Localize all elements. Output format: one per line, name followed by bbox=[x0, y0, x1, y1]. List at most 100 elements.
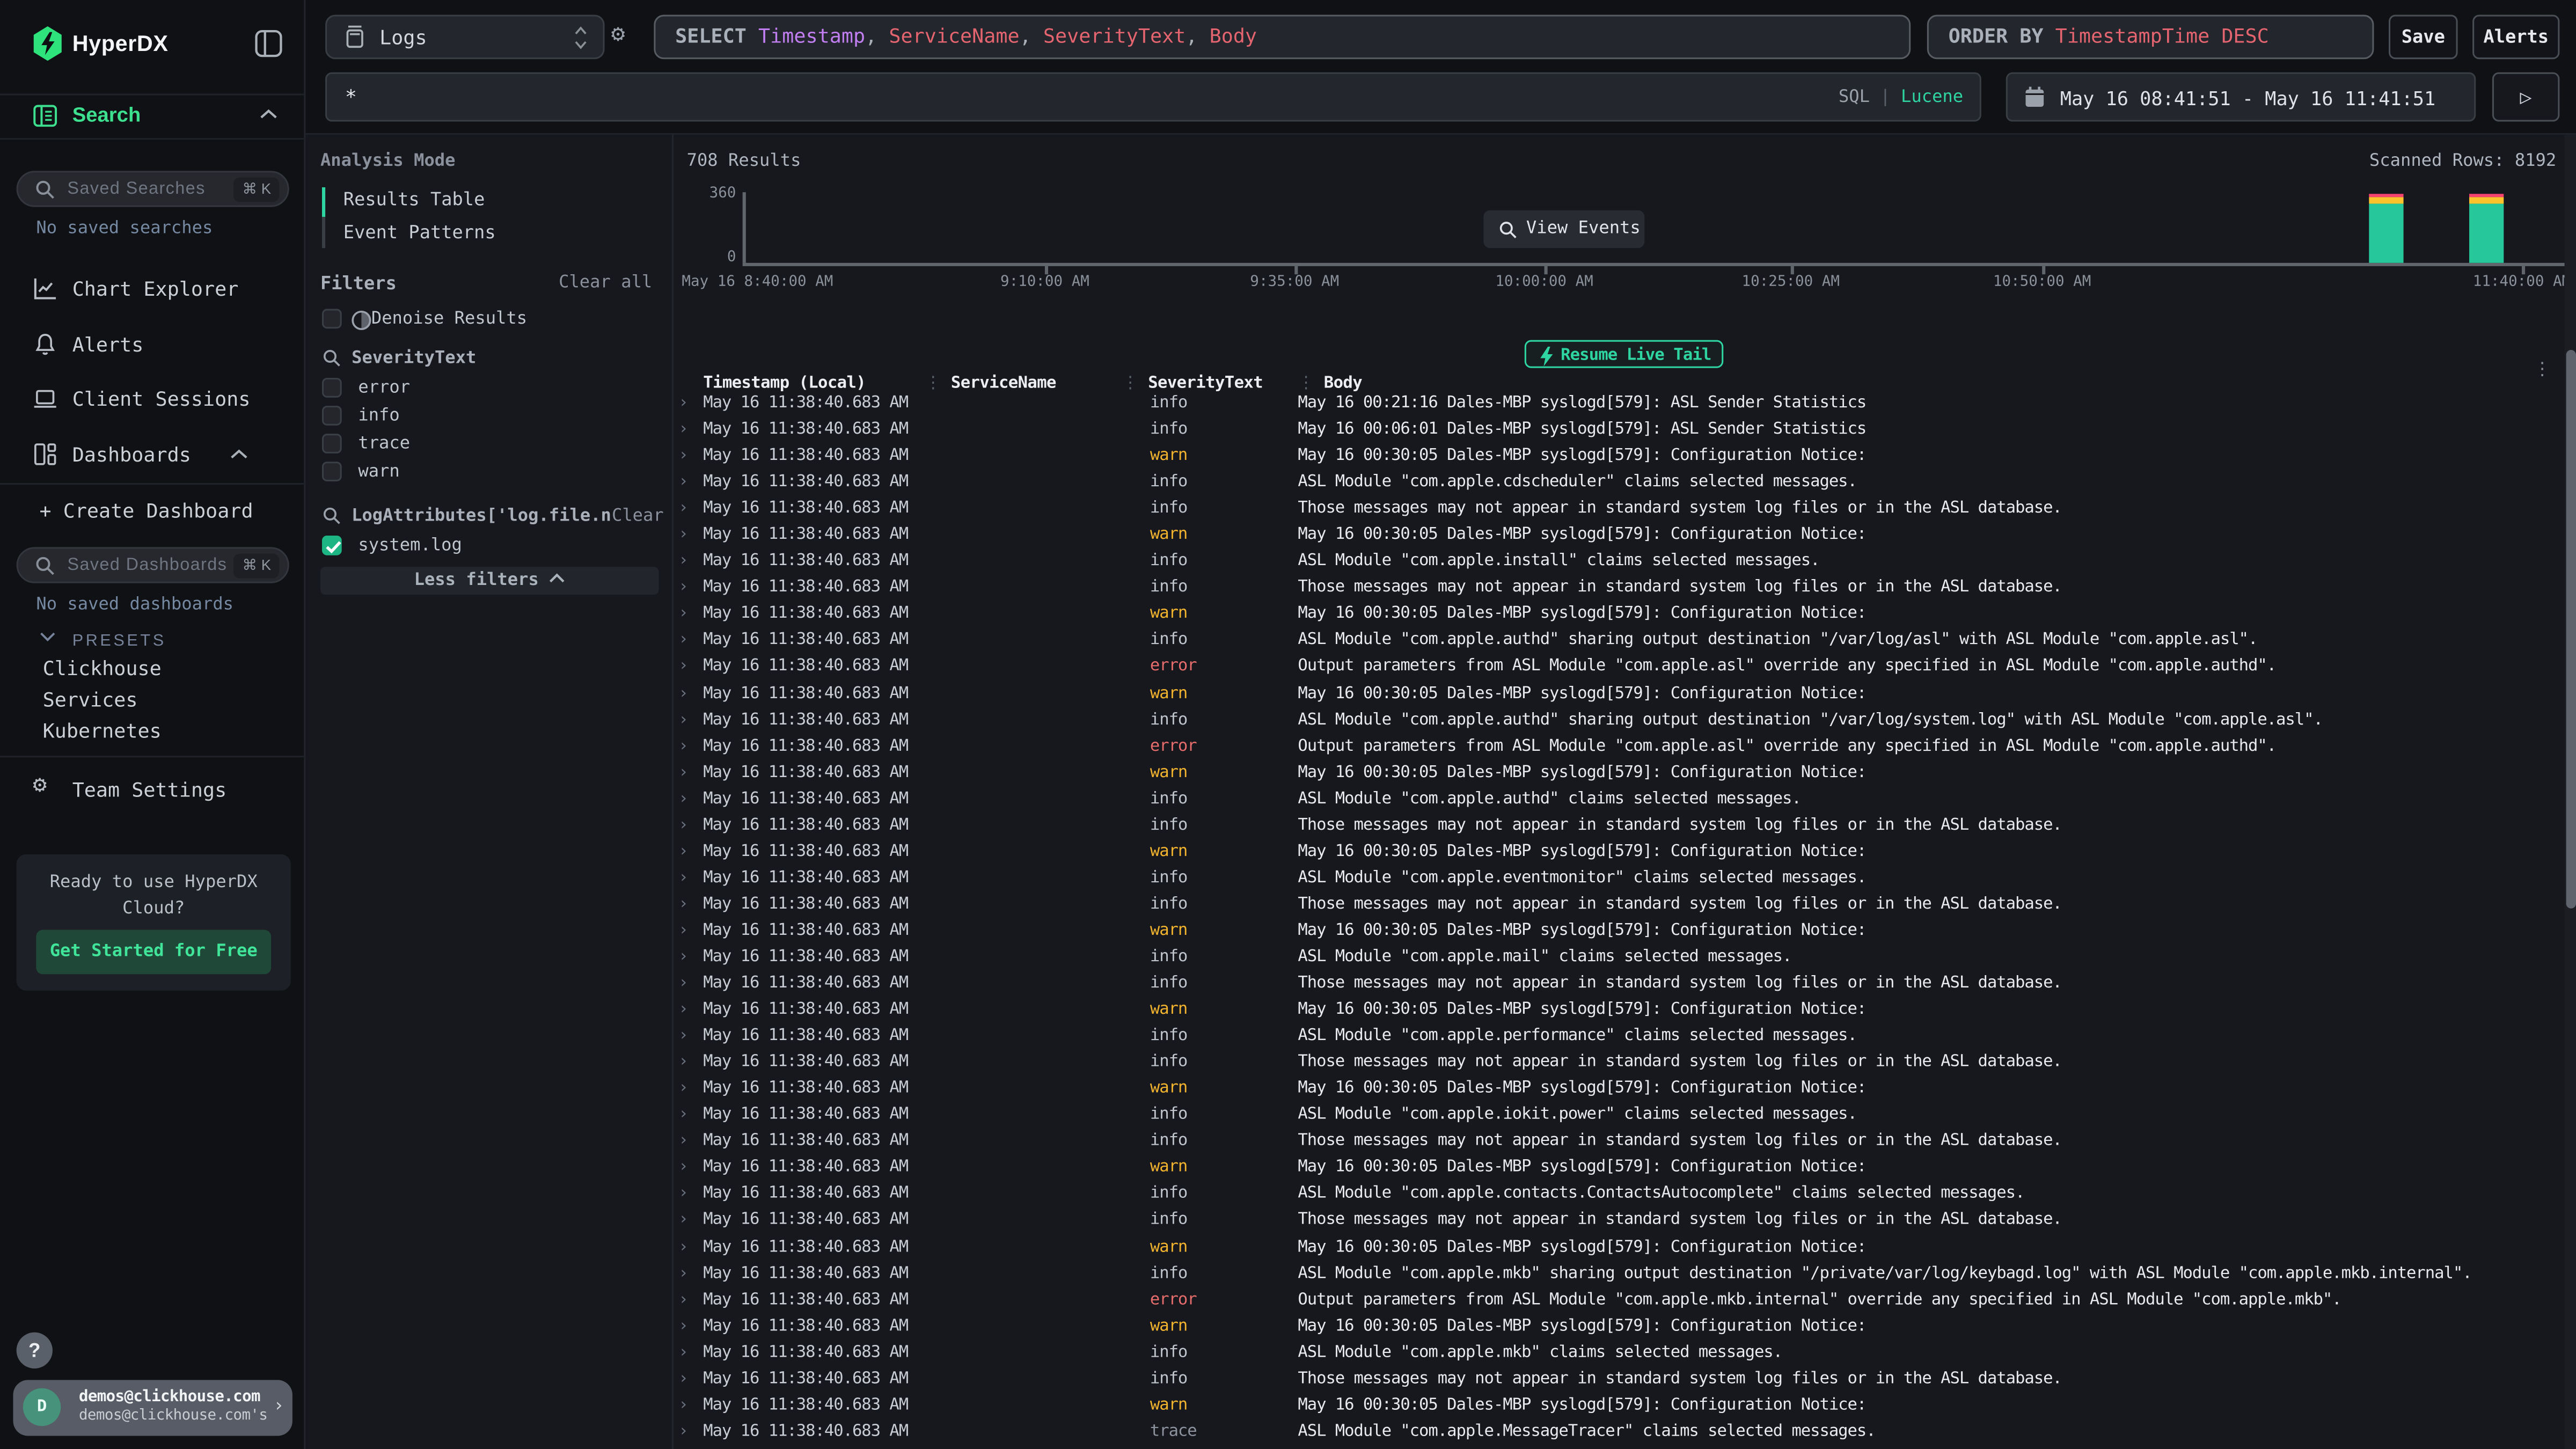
row-expand-chevron-icon[interactable]: › bbox=[678, 948, 703, 974]
table-row[interactable]: ›May 16 11:38:40.683 AMinfoASL Module "c… bbox=[674, 1106, 2564, 1132]
table-row[interactable]: ›May 16 11:38:40.683 AMwarnMay 16 00:30:… bbox=[674, 447, 2564, 473]
table-row[interactable]: ›May 16 11:38:40.683 AMerrorOutput param… bbox=[674, 1291, 2564, 1317]
sidebar-item-chart-explorer[interactable]: Chart Explorer bbox=[0, 273, 305, 305]
column-grip-icon[interactable]: ⋮ bbox=[1122, 375, 1138, 393]
row-expand-chevron-icon[interactable]: › bbox=[678, 473, 703, 500]
sidebar-item-preset[interactable]: Services bbox=[43, 689, 348, 720]
chevron-up-icon[interactable] bbox=[260, 108, 278, 120]
table-row[interactable]: ›May 16 11:38:40.683 AMwarnMay 16 00:30:… bbox=[674, 763, 2564, 789]
sidebar-item-preset[interactable]: Clickhouse bbox=[43, 657, 348, 688]
row-expand-chevron-icon[interactable]: › bbox=[678, 1396, 703, 1422]
table-row[interactable]: ›May 16 11:38:40.683 AMinfoASL Module "c… bbox=[674, 711, 2564, 737]
table-row[interactable]: ›May 16 11:38:40.683 AMinfoThose message… bbox=[674, 974, 2564, 1000]
table-row[interactable]: ›May 16 11:38:40.683 AMerrorOutput param… bbox=[674, 737, 2564, 763]
row-expand-chevron-icon[interactable]: › bbox=[678, 526, 703, 552]
checkbox[interactable] bbox=[322, 406, 342, 426]
time-range-picker[interactable]: May 16 08:41:51 - May 16 11:41:51 bbox=[2006, 72, 2476, 122]
histogram-bar[interactable] bbox=[2369, 194, 2403, 263]
row-expand-chevron-icon[interactable]: › bbox=[678, 1238, 703, 1264]
row-expand-chevron-icon[interactable]: › bbox=[678, 737, 703, 763]
row-expand-chevron-icon[interactable]: › bbox=[678, 921, 703, 948]
denoise-filter[interactable]: Denoise Results bbox=[305, 307, 674, 333]
table-row[interactable]: ›May 16 11:38:40.683 AMwarnMay 16 00:30:… bbox=[674, 1317, 2564, 1343]
table-row[interactable]: ›May 16 11:38:40.683 AMwarnMay 16 00:30:… bbox=[674, 1080, 2564, 1106]
row-expand-chevron-icon[interactable]: › bbox=[678, 1080, 703, 1106]
scrollbar-thumb[interactable] bbox=[2565, 350, 2575, 909]
row-expand-chevron-icon[interactable]: › bbox=[678, 500, 703, 526]
table-row[interactable]: ›May 16 11:38:40.683 AMinfoASL Module "c… bbox=[674, 790, 2564, 816]
table-row[interactable]: ›May 16 11:38:40.683 AMwarnMay 16 00:30:… bbox=[674, 526, 2564, 552]
row-expand-chevron-icon[interactable]: › bbox=[678, 790, 703, 816]
source-settings-gear-icon[interactable]: ⚙ bbox=[611, 23, 625, 46]
table-row[interactable]: ›May 16 11:38:40.683 AMwarnMay 16 00:30:… bbox=[674, 843, 2564, 869]
row-expand-chevron-icon[interactable]: › bbox=[678, 1159, 703, 1185]
saved-searches-input[interactable]: Saved Searches ⌘ K bbox=[17, 171, 289, 207]
saved-dashboards-input[interactable]: Saved Dashboards ⌘ K bbox=[17, 547, 289, 583]
lucene-mode-label[interactable]: Lucene bbox=[1901, 87, 1963, 107]
user-menu[interactable]: D demos@clickhouse.com demos@clickhouse.… bbox=[13, 1380, 292, 1436]
row-expand-chevron-icon[interactable]: › bbox=[678, 843, 703, 869]
filter-option-system.log[interactable]: system.log bbox=[305, 534, 674, 560]
column-grip-icon[interactable]: ⋮ bbox=[1298, 375, 1314, 393]
checkbox[interactable] bbox=[322, 536, 342, 555]
sidebar-item-preset[interactable]: Kubernetes bbox=[43, 720, 348, 751]
table-row[interactable]: ›May 16 11:38:40.683 AMinfoThose message… bbox=[674, 500, 2564, 526]
query-language-toggle[interactable]: SQL | Lucene bbox=[1839, 87, 1963, 107]
checkbox[interactable] bbox=[322, 434, 342, 453]
clear-filter-button[interactable]: Clear bbox=[612, 506, 664, 526]
presets-header[interactable]: PRESETS bbox=[0, 631, 305, 654]
save-button[interactable]: Save bbox=[2389, 15, 2458, 60]
table-row[interactable]: ›May 16 11:38:40.683 AMinfoASL Module "c… bbox=[674, 1264, 2564, 1291]
row-expand-chevron-icon[interactable]: › bbox=[678, 1053, 703, 1080]
sql-mode-label[interactable]: SQL bbox=[1839, 87, 1870, 107]
table-row[interactable]: ›May 16 11:38:40.683 AMinfoThose message… bbox=[674, 1053, 2564, 1080]
sidebar-item-client-sessions[interactable]: Client Sessions bbox=[0, 383, 305, 415]
table-row[interactable]: ›May 16 11:38:40.683 AMwarnMay 16 00:30:… bbox=[674, 605, 2564, 632]
denoise-checkbox[interactable] bbox=[322, 309, 342, 329]
row-expand-chevron-icon[interactable]: › bbox=[678, 1370, 703, 1396]
row-expand-chevron-icon[interactable]: › bbox=[678, 763, 703, 789]
row-expand-chevron-icon[interactable]: › bbox=[678, 1001, 703, 1027]
table-row[interactable]: ›May 16 11:38:40.683 AMinfoThose message… bbox=[674, 579, 2564, 605]
scrollbar[interactable] bbox=[2565, 135, 2576, 1449]
row-expand-chevron-icon[interactable]: › bbox=[678, 816, 703, 843]
row-expand-chevron-icon[interactable]: › bbox=[678, 1343, 703, 1370]
row-expand-chevron-icon[interactable]: › bbox=[678, 684, 703, 711]
table-row[interactable]: ›May 16 11:38:40.683 AMwarnMay 16 00:30:… bbox=[674, 684, 2564, 711]
table-row[interactable]: ›May 16 11:38:40.683 AMinfoMay 16 00:06:… bbox=[674, 421, 2564, 447]
row-expand-chevron-icon[interactable]: › bbox=[678, 1185, 703, 1211]
run-query-button[interactable]: ▷ bbox=[2492, 72, 2560, 122]
row-expand-chevron-icon[interactable]: › bbox=[678, 869, 703, 895]
column-grip-icon[interactable]: ⋮ bbox=[925, 375, 941, 393]
order-by-editor[interactable]: ORDER BY TimestampTime DESC bbox=[1927, 15, 2374, 60]
table-row[interactable]: ›May 16 11:38:40.683 AMinfoThose message… bbox=[674, 895, 2564, 921]
table-row[interactable]: ›May 16 11:38:40.683 AMinfoASL Module "c… bbox=[674, 869, 2564, 895]
filter-option-warn[interactable]: warn bbox=[305, 460, 674, 486]
row-expand-chevron-icon[interactable]: › bbox=[678, 974, 703, 1000]
table-row[interactable]: ›May 16 11:38:40.683 AMwarnMay 16 00:30:… bbox=[674, 1238, 2564, 1264]
tab-analysis-mode[interactable]: Event Patterns bbox=[322, 217, 659, 250]
view-events-button[interactable]: View Events bbox=[1483, 210, 1644, 248]
table-row[interactable]: ›May 16 11:38:40.683 AMinfoThose message… bbox=[674, 1132, 2564, 1159]
table-row[interactable]: ›May 16 11:38:40.683 AMerrorOutput param… bbox=[674, 658, 2564, 684]
row-expand-chevron-icon[interactable]: › bbox=[678, 605, 703, 632]
sidebar-item-alerts[interactable]: Alerts bbox=[0, 328, 305, 361]
row-expand-chevron-icon[interactable]: › bbox=[678, 1264, 703, 1291]
table-row[interactable]: ›May 16 11:38:40.683 AMwarnMay 16 00:30:… bbox=[674, 1396, 2564, 1422]
search-icon[interactable] bbox=[322, 348, 342, 368]
row-expand-chevron-icon[interactable]: › bbox=[678, 1422, 703, 1448]
table-row[interactable]: ›May 16 11:38:40.683 AMinfoASL Module "c… bbox=[674, 632, 2564, 658]
checkbox[interactable] bbox=[322, 462, 342, 481]
table-row[interactable]: ›May 16 11:38:40.683 AMinfoThose message… bbox=[674, 1370, 2564, 1396]
sidebar-item-search[interactable]: Search bbox=[0, 96, 305, 138]
row-expand-chevron-icon[interactable]: › bbox=[678, 1132, 703, 1159]
row-expand-chevron-icon[interactable]: › bbox=[678, 1317, 703, 1343]
table-row[interactable]: ›May 16 11:38:40.683 AMinfoASL Module "c… bbox=[674, 1185, 2564, 1211]
clear-all-button[interactable]: Clear all bbox=[559, 273, 652, 292]
table-row[interactable]: ›May 16 11:38:40.683 AMinfoASL Module "c… bbox=[674, 1343, 2564, 1370]
query-search-input[interactable]: * SQL | Lucene bbox=[325, 72, 1981, 122]
checkbox[interactable] bbox=[322, 378, 342, 398]
table-row[interactable]: ›May 16 11:38:40.683 AMwarnMay 16 00:30:… bbox=[674, 1001, 2564, 1027]
table-row[interactable]: ›May 16 11:38:40.683 AMinfoThose message… bbox=[674, 1212, 2564, 1238]
filter-option-error[interactable]: error bbox=[305, 376, 674, 402]
